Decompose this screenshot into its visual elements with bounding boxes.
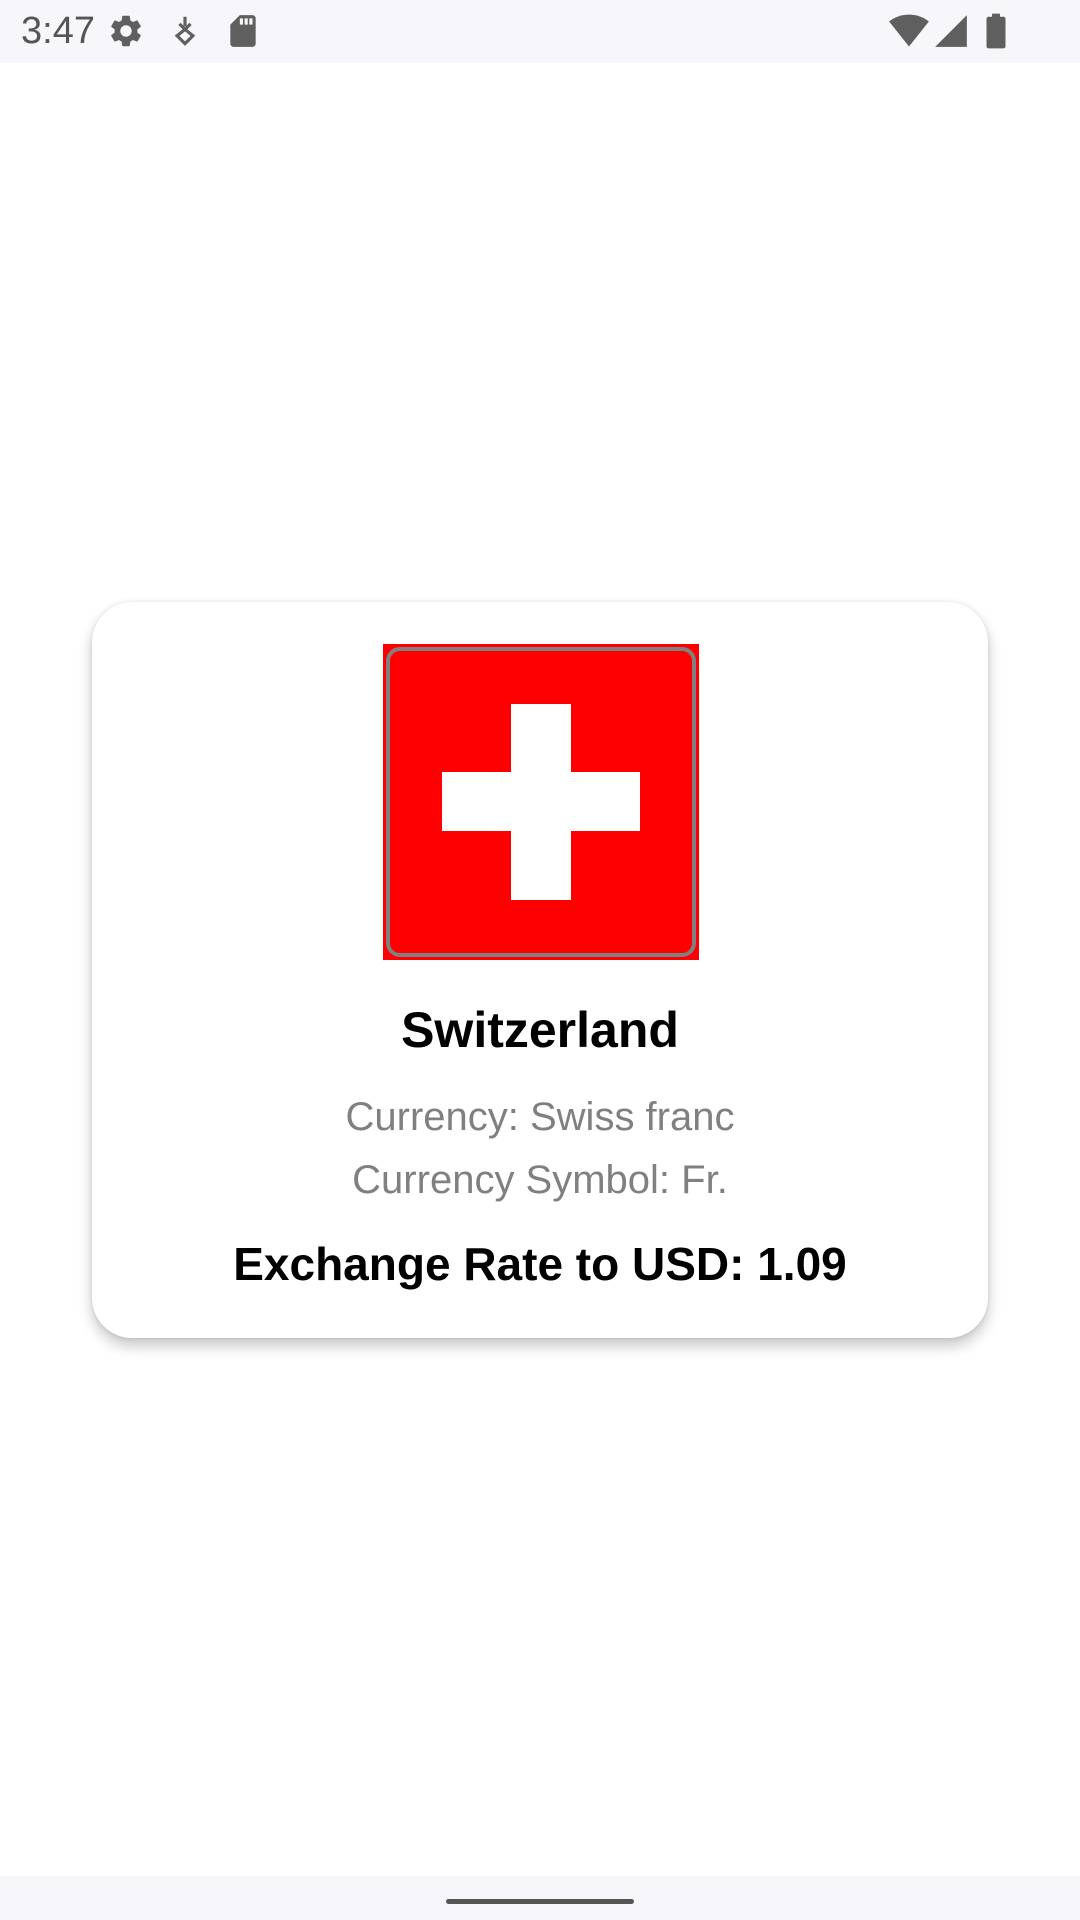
exchange-rate-label: Exchange Rate to USD: 1.09 bbox=[233, 1238, 847, 1290]
battery-icon bbox=[982, 12, 1020, 50]
currency-symbol-label: Currency Symbol: Fr. bbox=[352, 1158, 728, 1202]
country-name: Switzerland bbox=[401, 1002, 679, 1058]
swiss-flag-icon bbox=[383, 644, 699, 960]
status-time: 3:47 bbox=[21, 10, 95, 52]
gear-icon bbox=[107, 12, 145, 50]
currency-label: Currency: Swiss franc bbox=[345, 1095, 735, 1139]
cell-signal-icon bbox=[932, 12, 970, 50]
app-screen: 3:47 Switzerland Currency: Swiss franc C… bbox=[0, 0, 1080, 1920]
wifi-icon bbox=[888, 12, 929, 50]
navigation-bar bbox=[0, 1876, 1080, 1920]
flag-cross-horizontal bbox=[442, 772, 640, 831]
sd-card-icon bbox=[224, 12, 262, 50]
status-bar: 3:47 bbox=[0, 0, 1080, 63]
country-card: Switzerland Currency: Swiss franc Curren… bbox=[92, 602, 988, 1338]
download-icon bbox=[166, 12, 204, 50]
home-gesture-handle[interactable] bbox=[446, 1899, 634, 1904]
